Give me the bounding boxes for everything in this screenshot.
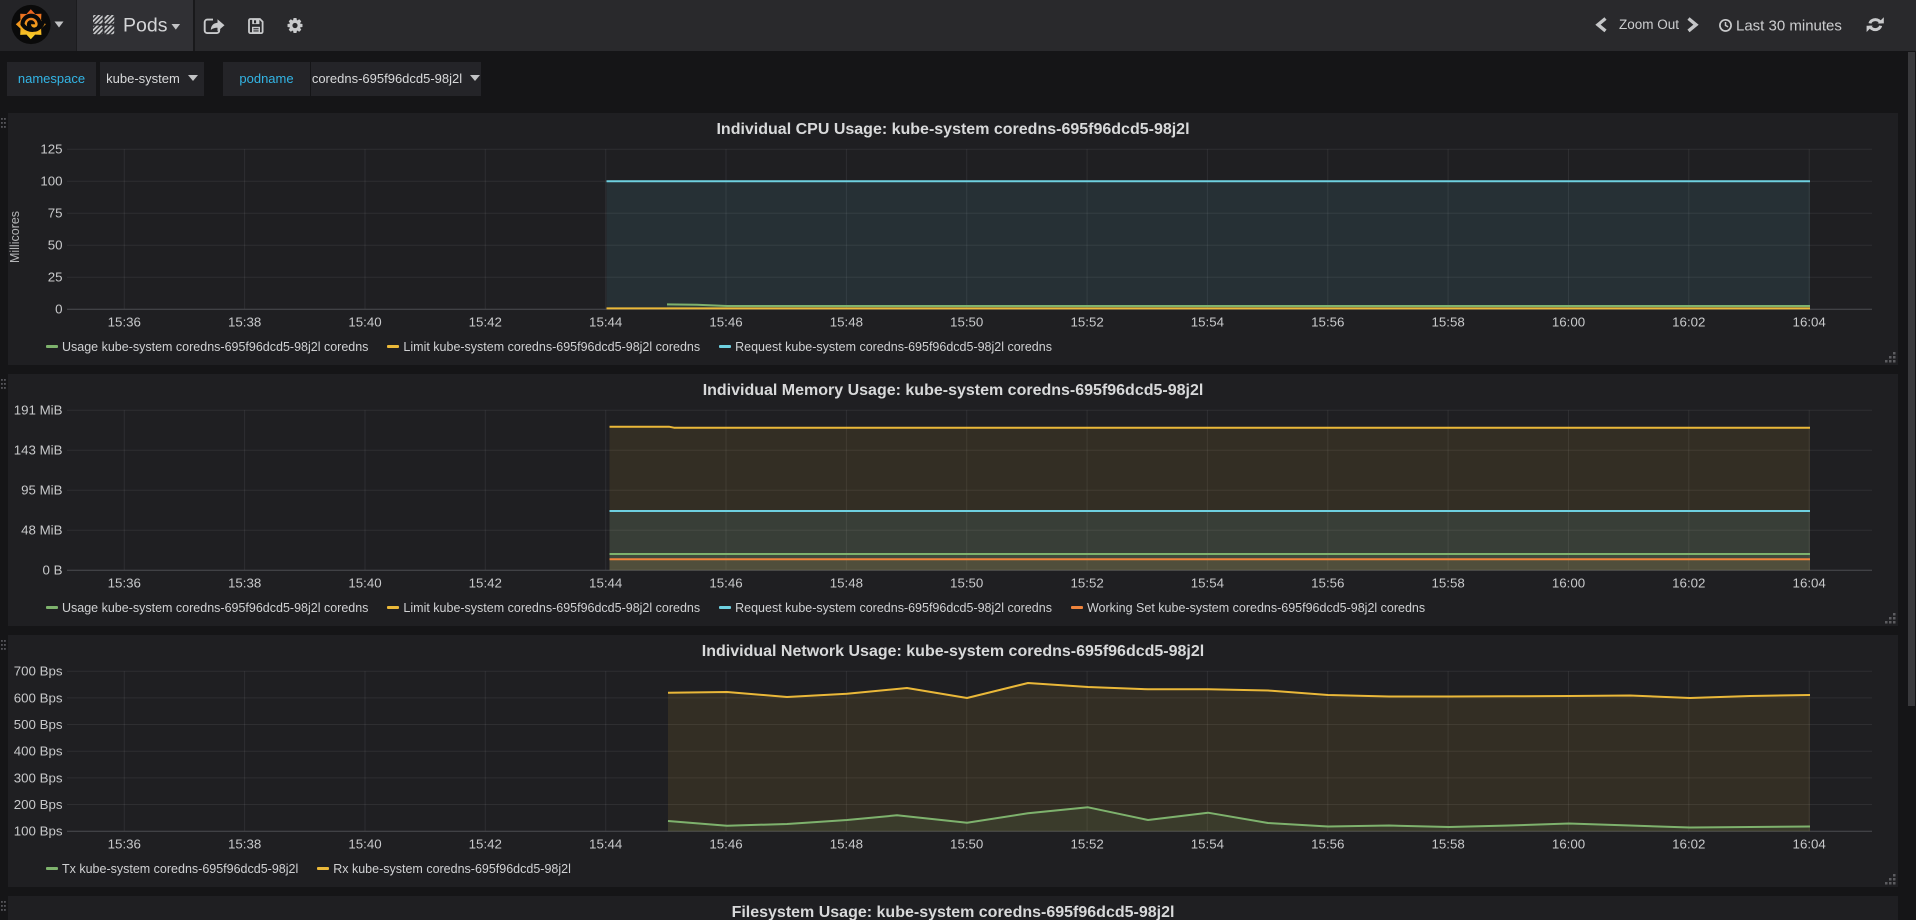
svg-text:Millicores: Millicores — [8, 211, 22, 263]
svg-text:15:36: 15:36 — [108, 315, 141, 330]
svg-text:15:40: 15:40 — [348, 576, 381, 591]
svg-text:16:04: 16:04 — [1793, 576, 1826, 591]
svg-text:15:48: 15:48 — [830, 576, 863, 591]
svg-text:15:54: 15:54 — [1191, 576, 1224, 591]
svg-text:16:02: 16:02 — [1672, 837, 1705, 852]
svg-text:15:42: 15:42 — [469, 837, 502, 852]
svg-text:15:46: 15:46 — [709, 315, 742, 330]
svg-text:700 Bps: 700 Bps — [14, 664, 63, 679]
svg-text:48 MiB: 48 MiB — [21, 523, 63, 538]
svg-text:15:38: 15:38 — [228, 576, 261, 591]
svg-text:16:02: 16:02 — [1672, 315, 1705, 330]
svg-text:15:48: 15:48 — [830, 315, 863, 330]
svg-text:15:58: 15:58 — [1431, 837, 1464, 852]
svg-text:15:50: 15:50 — [950, 576, 983, 591]
svg-text:15:50: 15:50 — [950, 837, 983, 852]
svg-text:15:56: 15:56 — [1311, 315, 1344, 330]
svg-text:15:50: 15:50 — [950, 315, 983, 330]
svg-text:15:36: 15:36 — [108, 837, 141, 852]
svg-text:15:38: 15:38 — [228, 315, 261, 330]
svg-text:15:52: 15:52 — [1070, 315, 1103, 330]
svg-text:100: 100 — [40, 174, 62, 189]
svg-text:15:44: 15:44 — [589, 837, 622, 852]
svg-text:50: 50 — [48, 238, 63, 253]
svg-text:15:36: 15:36 — [108, 576, 141, 591]
svg-text:Zoom Out: Zoom Out — [1619, 17, 1679, 32]
svg-text:15:52: 15:52 — [1070, 576, 1103, 591]
svg-text:15:54: 15:54 — [1191, 315, 1224, 330]
svg-text:200 Bps: 200 Bps — [14, 797, 63, 812]
svg-text:15:40: 15:40 — [348, 837, 381, 852]
svg-text:Last 30 minutes: Last 30 minutes — [1736, 18, 1842, 35]
svg-text:600 Bps: 600 Bps — [14, 690, 63, 705]
svg-text:75: 75 — [48, 206, 63, 221]
svg-text:15:52: 15:52 — [1070, 837, 1103, 852]
svg-text:0 B: 0 B — [43, 563, 63, 578]
svg-text:0: 0 — [55, 302, 62, 317]
svg-text:15:46: 15:46 — [709, 576, 742, 591]
svg-text:Pods: Pods — [123, 15, 168, 37]
svg-text:15:40: 15:40 — [348, 315, 381, 330]
svg-text:16:04: 16:04 — [1793, 315, 1826, 330]
svg-text:16:00: 16:00 — [1552, 576, 1585, 591]
svg-text:15:56: 15:56 — [1311, 837, 1344, 852]
svg-text:16:04: 16:04 — [1793, 837, 1826, 852]
svg-text:15:38: 15:38 — [228, 837, 261, 852]
svg-text:500 Bps: 500 Bps — [14, 717, 63, 732]
svg-text:15:46: 15:46 — [709, 837, 742, 852]
svg-text:400 Bps: 400 Bps — [14, 744, 63, 759]
svg-text:100 Bps: 100 Bps — [14, 824, 63, 839]
svg-text:15:58: 15:58 — [1431, 576, 1464, 591]
svg-text:25: 25 — [48, 270, 63, 285]
svg-text:15:48: 15:48 — [830, 837, 863, 852]
svg-text:15:42: 15:42 — [469, 576, 502, 591]
svg-text:16:02: 16:02 — [1672, 576, 1705, 591]
svg-text:15:44: 15:44 — [589, 576, 622, 591]
svg-text:15:42: 15:42 — [469, 315, 502, 330]
svg-text:15:56: 15:56 — [1311, 576, 1344, 591]
svg-text:95 MiB: 95 MiB — [21, 483, 63, 498]
svg-text:15:58: 15:58 — [1431, 315, 1464, 330]
svg-text:143 MiB: 143 MiB — [14, 443, 63, 458]
svg-text:15:44: 15:44 — [589, 315, 622, 330]
svg-text:191 MiB: 191 MiB — [14, 403, 63, 418]
svg-text:16:00: 16:00 — [1552, 837, 1585, 852]
svg-text:15:54: 15:54 — [1191, 837, 1224, 852]
svg-text:125: 125 — [40, 142, 62, 157]
svg-text:300 Bps: 300 Bps — [14, 770, 63, 785]
svg-text:16:00: 16:00 — [1552, 315, 1585, 330]
